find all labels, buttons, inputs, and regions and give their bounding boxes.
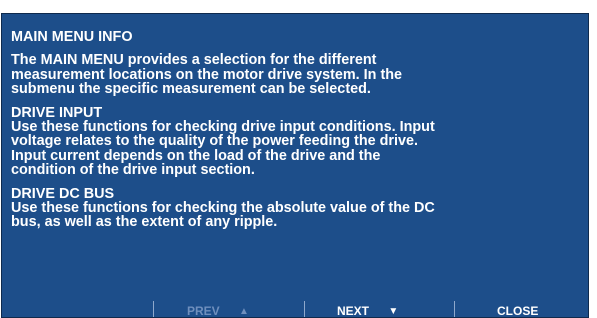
prev-button[interactable]: PREV ▲ <box>187 303 249 318</box>
section-heading: DRIVE DC BUS <box>11 185 115 202</box>
divider <box>454 301 455 317</box>
section-heading: DRIVE INPUT <box>11 104 103 121</box>
section-drive-input: DRIVE INPUT Use these functions for chec… <box>11 104 441 179</box>
close-button[interactable]: CLOSE <box>497 303 539 318</box>
device-frame: MAIN MENU INFO The MAIN MENU provides a … <box>0 0 597 318</box>
arrow-up-icon: ▲ <box>239 306 249 317</box>
arrow-down-icon: ▼ <box>388 306 399 317</box>
next-button[interactable]: NEXT ▼ <box>337 303 399 318</box>
help-intro-text: The MAIN MENU provides a selection for t… <box>11 52 403 98</box>
next-label: NEXT <box>337 304 370 318</box>
softkey-bar: PREV ▲ NEXT ▼ CLOSE <box>2 299 588 318</box>
prev-label: PREV <box>187 304 220 318</box>
section-body: Use these functions for checking drive i… <box>11 119 435 179</box>
help-content: MAIN MENU INFO The MAIN MENU provides a … <box>11 30 441 239</box>
section-body: Use these functions for checking the abs… <box>11 200 435 231</box>
divider <box>153 301 154 317</box>
close-label: CLOSE <box>497 304 539 318</box>
divider <box>304 301 305 317</box>
help-screen: MAIN MENU INFO The MAIN MENU provides a … <box>1 13 589 318</box>
help-title: MAIN MENU INFO <box>11 29 133 45</box>
section-drive-dc-bus: DRIVE DC BUS Use these functions for che… <box>11 185 441 231</box>
